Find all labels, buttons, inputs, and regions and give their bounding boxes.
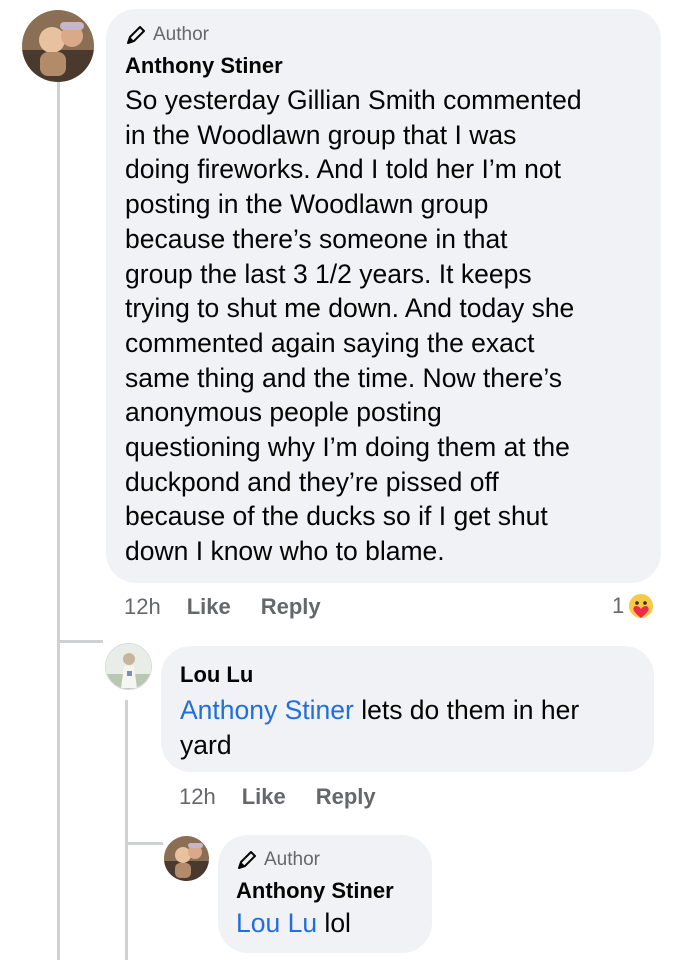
- pencil-icon: [127, 26, 145, 44]
- author-badge: Author: [125, 23, 643, 47]
- avatar-image: [106, 644, 151, 689]
- reply-button[interactable]: Reply: [316, 784, 376, 810]
- comment-line: So yesterday Gillian Smith commented: [125, 85, 582, 115]
- comment-line: yard: [180, 729, 232, 760]
- reply-button[interactable]: Reply: [261, 594, 321, 620]
- comment-text: Anthony Stiner lets do them in her yard: [180, 693, 636, 762]
- comment-bubble-1: Author Anthony Stiner So yesterday Gilli…: [106, 9, 661, 583]
- comment-line: duckpond and they’re pissed off: [125, 466, 499, 497]
- avatar-image: [164, 836, 209, 881]
- timestamp[interactable]: 12h: [179, 784, 216, 810]
- thread-line-main: [57, 80, 60, 960]
- author-badge: Author: [236, 848, 414, 872]
- comment-text: Lou Lu lol: [236, 906, 414, 941]
- pencil-icon: [238, 851, 256, 869]
- commenter-name[interactable]: Anthony Stiner: [125, 51, 643, 81]
- commenter-name[interactable]: Anthony Stiner: [236, 876, 414, 906]
- thread-line-connector-1: [57, 640, 103, 643]
- comment-line: trying to shut me down. And today she: [125, 293, 575, 324]
- commenter-name[interactable]: Lou Lu: [180, 660, 636, 690]
- comment-line: commented again saying the exact: [125, 327, 535, 358]
- comment-line: down I know who to blame.: [125, 536, 445, 567]
- author-badge-label: Author: [264, 849, 320, 870]
- comment-bubble-3: Author Anthony Stiner Lou Lu lol: [218, 835, 432, 953]
- like-button[interactable]: Like: [187, 594, 231, 620]
- comment-actions-1: 12h Like Reply: [124, 592, 351, 622]
- mention-link[interactable]: Lou Lu: [236, 908, 317, 938]
- comment-bubble-2: Lou Lu Anthony Stiner lets do them in he…: [161, 646, 654, 772]
- comment-actions-2: 12h Like Reply: [179, 782, 406, 812]
- comment-text: So yesterday Gillian Smith commented in …: [125, 83, 643, 569]
- comment-line: same thing and the time. Now there’s: [125, 362, 562, 393]
- timestamp[interactable]: 12h: [124, 594, 161, 620]
- comment-text-fragment: lol: [317, 908, 351, 938]
- comment-line: because of the ducks so if I get shut: [125, 501, 548, 532]
- comment-line: anonymous people posting: [125, 397, 442, 428]
- thread-line-reply: [125, 700, 128, 960]
- avatar-lou-lu[interactable]: [105, 643, 152, 690]
- comment-line: questioning why I’m doing them at the: [125, 432, 570, 463]
- comment-line: Anthony Stiner lets do them in her: [180, 693, 636, 728]
- author-badge-label: Author: [153, 24, 209, 45]
- mention-link[interactable]: Anthony Stiner: [180, 695, 354, 725]
- comment-line: in the Woodlawn group that I was: [125, 119, 517, 150]
- comment-line: because there’s someone in that: [125, 223, 508, 254]
- like-button[interactable]: Like: [242, 784, 286, 810]
- avatar-anthony-stiner-small[interactable]: [164, 836, 209, 881]
- care-reaction-icon: [627, 592, 656, 620]
- comment-line: posting in the Woodlawn group: [125, 189, 489, 220]
- reaction-count: 1: [612, 593, 625, 618]
- avatar-image: [22, 10, 94, 82]
- comment-line: group the last 3 1/2 years. It keeps: [125, 258, 532, 289]
- thread-line-connector-2: [125, 842, 163, 845]
- reaction-summary[interactable]: 1: [612, 590, 656, 622]
- comment-line: doing fireworks. And I told her I’m not: [125, 154, 561, 185]
- avatar-anthony-stiner[interactable]: [22, 10, 94, 82]
- comment-text-fragment: lets do them in her: [353, 695, 580, 725]
